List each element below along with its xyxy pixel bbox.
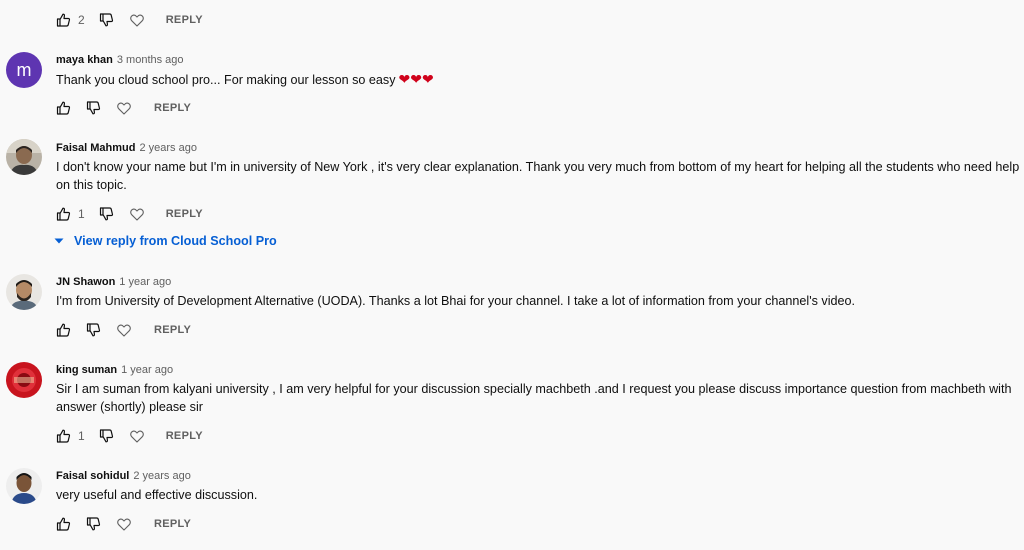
thumbs-up-icon [56,429,71,443]
dislike-button[interactable] [99,429,114,443]
heart-button[interactable] [117,101,131,115]
comment-time[interactable]: 2 years ago [133,470,190,482]
avatar[interactable] [6,139,42,175]
comment-header: JN Shawon 1 year ago [56,275,171,289]
reply-button[interactable]: REPLY [166,208,203,220]
dislike-button[interactable] [99,13,114,27]
avatar-photo [6,468,42,504]
comment-time[interactable]: 2 years ago [139,142,196,154]
avatar-photo [6,139,42,175]
thumbs-up-icon [56,101,71,115]
comment-time[interactable]: 3 months ago [117,54,184,66]
heart-outline-icon [129,13,144,27]
like-button[interactable]: 1 [56,429,85,443]
heart-outline-icon [129,429,144,443]
heart-emoji: ❤❤❤ [398,71,434,87]
like-count: 1 [78,429,85,443]
like-button[interactable] [56,101,71,115]
reply-button[interactable]: REPLY [166,430,203,442]
dislike-button[interactable] [86,517,101,531]
thumbs-down-icon [86,101,101,115]
comment-time[interactable]: 1 year ago [121,364,173,376]
like-button[interactable] [56,323,71,337]
comment-action-bar: 1 REPLY [56,206,203,222]
dislike-button[interactable] [86,323,101,337]
comment-text: I'm from University of Development Alter… [56,294,856,308]
heart-button[interactable] [129,207,144,221]
heart-outline-icon [117,323,131,337]
thumbs-up-icon [56,207,71,221]
comment-text: very useful and effective discussion. [56,488,258,502]
reply-button[interactable]: REPLY [154,518,191,530]
heart-button[interactable] [129,429,144,443]
avatar[interactable]: m [6,52,42,88]
comment-author[interactable]: Faisal Mahmud [56,142,135,154]
comment-author[interactable]: maya khan [56,54,113,66]
comment-body: Thank you cloud school pro... For making… [56,73,396,87]
like-count: 1 [78,207,85,221]
comment-action-bar: 1 REPLY [56,428,203,444]
dislike-button[interactable] [99,207,114,221]
reply-button[interactable]: REPLY [166,14,203,26]
comment-header: Faisal Mahmud 2 years ago [56,141,197,155]
reply-button[interactable]: REPLY [154,324,191,336]
avatar[interactable] [6,468,42,504]
view-replies-label: View reply from Cloud School Pro [74,234,277,248]
caret-down-icon [54,238,64,244]
reply-button[interactable]: REPLY [154,102,191,114]
avatar-photo [6,274,42,310]
thumbs-up-icon [56,323,71,337]
heart-button[interactable] [117,323,131,337]
like-button[interactable]: 2 [56,13,85,27]
comment-action-bar: 2 REPLY [56,12,203,28]
comment-time[interactable]: 1 year ago [119,276,171,288]
comment-author[interactable]: Faisal sohidul [56,470,129,482]
heart-button[interactable] [117,517,131,531]
comments-section: 2 REPLY m maya khan 3 months ago Thank yo… [0,0,1024,550]
heart-outline-icon [117,101,131,115]
like-button[interactable] [56,517,71,531]
comment-action-bar: REPLY [56,516,191,532]
heart-button[interactable] [129,13,144,27]
thumbs-up-icon [56,517,71,531]
comment-text: Sir I am suman from kalyani university ,… [56,382,1012,414]
comment-action-bar: REPLY [56,322,191,338]
like-count: 2 [78,13,85,27]
avatar-photo [6,362,42,398]
thumbs-down-icon [86,323,101,337]
comment-author[interactable]: JN Shawon [56,276,115,288]
view-replies-button[interactable]: View reply from Cloud School Pro [54,232,277,250]
like-button[interactable]: 1 [56,207,85,221]
heart-outline-icon [129,207,144,221]
comment-header: maya khan 3 months ago [56,53,184,67]
comment-author[interactable]: king suman [56,364,117,376]
heart-outline-icon [117,517,131,531]
comment-text: I don't know your name but I'm in univer… [56,160,1020,192]
thumbs-down-icon [86,517,101,531]
comment-header: Faisal sohidul 2 years ago [56,469,191,483]
avatar[interactable] [6,274,42,310]
comment-header: king suman 1 year ago [56,363,173,377]
thumbs-down-icon [99,207,113,221]
thumbs-down-icon [99,429,113,443]
comment-text: Thank you cloud school pro... For making… [56,70,1020,89]
thumbs-down-icon [99,13,113,27]
avatar[interactable] [6,362,42,398]
dislike-button[interactable] [86,101,101,115]
comment-action-bar: REPLY [56,100,191,116]
thumbs-up-icon [56,13,71,27]
